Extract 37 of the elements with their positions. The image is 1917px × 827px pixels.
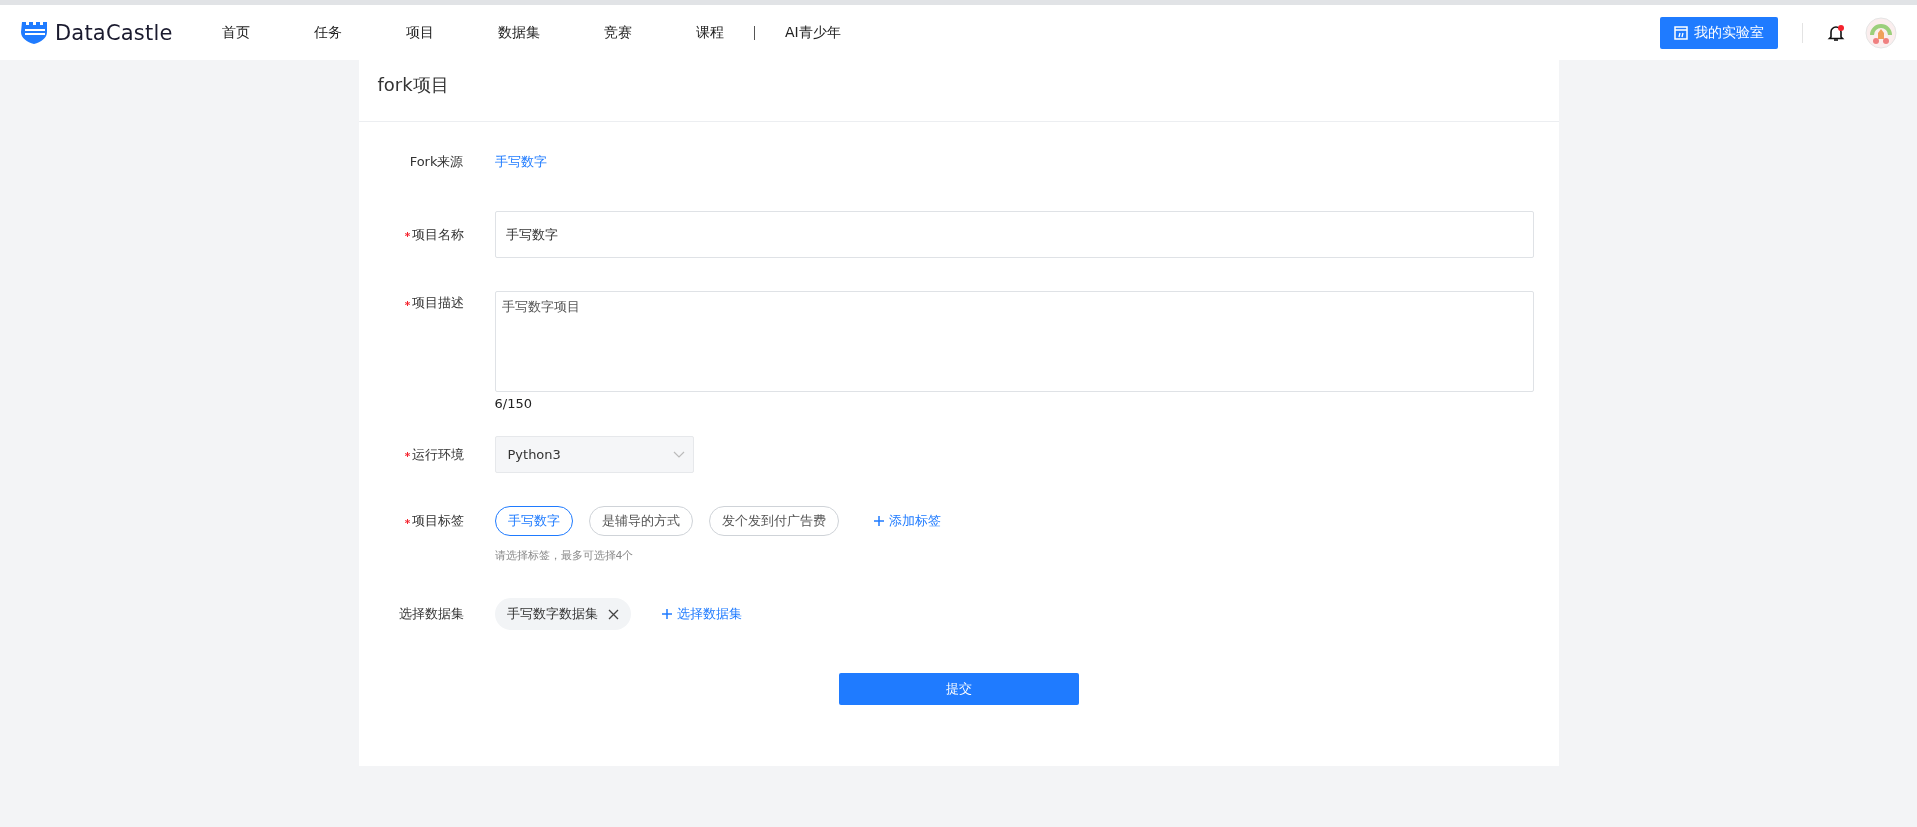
tag-chip[interactable]: 是辅导的方式 [588,506,693,536]
source-link[interactable]: 手写数字 [494,154,547,169]
field-label: 项目描述 [411,294,464,312]
lab-button[interactable]: 我的实验室 [1660,16,1778,49]
nav-link[interactable]: 数据集 [498,23,540,42]
nav-link[interactable]: 任务 [314,23,342,42]
plus-icon [872,515,885,527]
lab-icon [1674,25,1688,40]
close-icon[interactable] [607,608,619,620]
field-label: 选择数据集 [398,605,464,623]
field-label: Fork来源 [409,153,464,171]
logo-icon [20,20,47,45]
avatar-icon[interactable] [1865,16,1897,49]
field-label: 运行环境 [411,445,464,464]
tag-chip[interactable]: 发个发到付广告费 [708,506,839,536]
bell-icon[interactable] [1827,23,1845,42]
nav-link[interactable]: AI青少年 [785,23,841,42]
add-dataset-link[interactable]: 选择数据集 [660,605,742,623]
logo-text[interactable]: DataCastle [55,20,173,45]
chevron-down-icon [672,451,685,458]
nav-link[interactable]: 竞赛 [604,23,632,42]
add-tag-link[interactable]: 添加标签 [872,512,941,530]
char-count: 6/150 [494,396,533,411]
nav-link[interactable]: 首页 [222,23,250,42]
field-label: 项目名称 [411,225,464,244]
input-field[interactable]: 手写数字 [494,211,1534,258]
plus-icon [660,608,673,620]
nav-link[interactable]: 项目 [406,23,434,42]
tag-chip[interactable]: 手写数字 [494,506,573,536]
card-title: fork项目 [358,60,1559,122]
dataset-name: 手写数字数据集 [506,605,598,623]
environment-select[interactable]: Python3 [494,436,694,473]
field-label: 项目标签 [411,512,464,530]
description-field[interactable]: 手写数字项目 [494,291,1534,392]
submit-button[interactable]: 提交 [838,673,1079,705]
nav-link[interactable]: 课程 [696,23,724,42]
tag-hint: 请选择标签，最多可选择4个 [494,548,635,563]
